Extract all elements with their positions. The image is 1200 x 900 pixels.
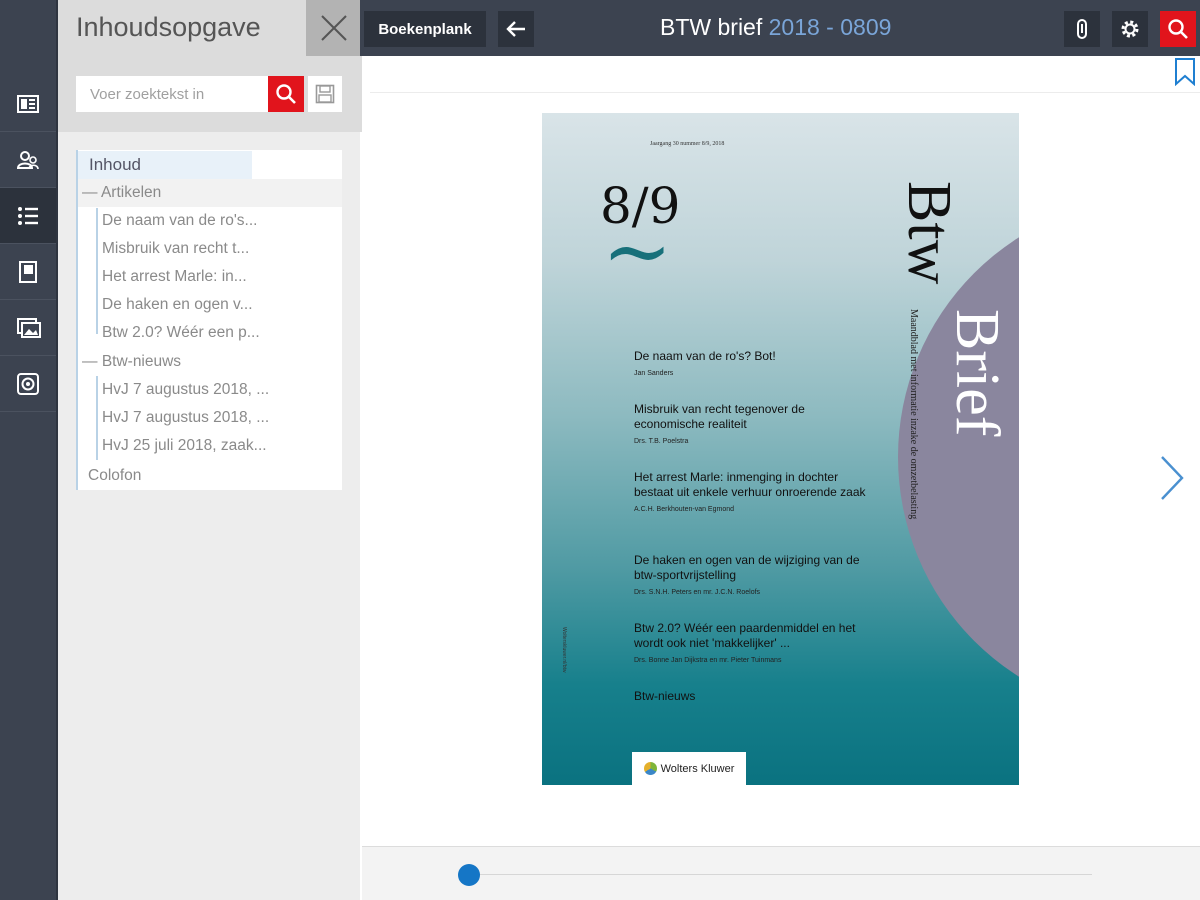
- toc-search-button[interactable]: [268, 76, 304, 112]
- toc-item-article[interactable]: Misbruik van recht t...: [102, 235, 249, 263]
- settings-button[interactable]: [1112, 11, 1148, 47]
- cover-article: De naam van de ro's? Bot! Jan Sanders: [634, 349, 874, 377]
- document-title-main: BTW brief: [660, 14, 763, 40]
- tree-line: [96, 376, 98, 460]
- toc-title: Inhoudsopgave: [76, 12, 261, 42]
- cover-article-author: Drs. T.B. Poelstra: [634, 438, 689, 445]
- magazine-cover[interactable]: Jaargang 30 nummer 8/9, 2018 8/9 ~ Btw B…: [542, 113, 1019, 785]
- cover-tilde-mark: ~: [602, 202, 673, 300]
- bookshelf-button[interactable]: Boekenplank: [364, 11, 486, 47]
- paperclip-icon: [1077, 19, 1087, 39]
- toc-group-artikelen[interactable]: — Artikelen: [78, 179, 342, 207]
- cover-title-brief: Brief: [943, 309, 1011, 437]
- cover-article-author: Jan Sanders: [634, 370, 674, 377]
- toc-group-label: Btw-nieuws: [101, 353, 182, 370]
- toc-group-btw-nieuws[interactable]: — Btw-nieuws: [78, 348, 181, 376]
- search-icon: [1168, 19, 1188, 39]
- rail-item-toc[interactable]: [0, 188, 56, 244]
- cover-article-title: Het arrest Marle: inmenging in dochter b…: [634, 470, 866, 499]
- toc-search-input[interactable]: [76, 76, 268, 112]
- bookmark-icon: [1175, 58, 1195, 87]
- toc-item-news[interactable]: HvJ 7 augustus 2018, ...: [102, 404, 269, 432]
- toc-item-article[interactable]: De haken en ogen v...: [102, 291, 253, 319]
- wolters-kluwer-logo-icon: [643, 762, 657, 775]
- cover-article-author: A.C.H. Berkhouten-van Egmond: [634, 506, 734, 513]
- cover-article: Misbruik van recht tegenover de economis…: [634, 402, 874, 445]
- document-title: BTW brief 2018 - 0809: [660, 14, 891, 41]
- settings-circle-icon: [17, 372, 39, 395]
- rail-item-cover[interactable]: [0, 76, 56, 132]
- book-cover-icon: [17, 94, 39, 113]
- cover-title-btw: Btw: [895, 181, 963, 285]
- toc-item-news[interactable]: HvJ 7 augustus 2018, ...: [102, 376, 269, 404]
- toc-tree: Inhoud — Artikelen De naam van de ro's..…: [76, 150, 342, 490]
- top-bar: Boekenplank BTW brief 2018 - 0809: [360, 0, 1200, 56]
- save-icon: [315, 84, 335, 104]
- toc-item-article[interactable]: De naam van de ro's...: [102, 207, 257, 235]
- cover-article: De haken en ogen van de wijziging van de…: [634, 553, 874, 596]
- list-icon: [18, 206, 38, 225]
- page-slider-handle[interactable]: [458, 864, 480, 886]
- cover-article-title: De haken en ogen van de wijziging van de…: [634, 553, 860, 582]
- collapse-dash: —: [82, 353, 102, 370]
- close-icon: [321, 15, 347, 41]
- gear-icon: [1121, 20, 1139, 38]
- toc-item-article[interactable]: Btw 2.0? Wéér een p...: [102, 319, 260, 347]
- image-icon: [17, 317, 41, 338]
- cover-article-title: Btw 2.0? Wéér een paardenmiddel en het w…: [634, 621, 856, 650]
- toc-header: Inhoudsopgave: [58, 0, 362, 132]
- divider: [370, 92, 1200, 93]
- cover-spine-text: Wolterskluwer.nl/btw: [561, 627, 567, 673]
- cover-article-title: De naam van de ro's? Bot!: [634, 349, 776, 363]
- bookmark-button[interactable]: [1174, 58, 1196, 91]
- rail-item-images[interactable]: [0, 300, 56, 356]
- cover-article-title: Misbruik van recht tegenover de economis…: [634, 402, 805, 431]
- notebook-icon: [19, 260, 37, 283]
- close-toc-button[interactable]: [306, 0, 362, 56]
- chevron-right-icon: [1161, 456, 1184, 500]
- cover-article: Het arrest Marle: inmenging in dochter b…: [634, 470, 874, 513]
- search-icon: [276, 84, 296, 104]
- back-button[interactable]: [498, 11, 534, 47]
- toc-item-article[interactable]: Het arrest Marle: in...: [102, 263, 247, 291]
- cover-article: Btw 2.0? Wéér een paardenmiddel en het w…: [634, 621, 874, 664]
- toc-item-inhoud[interactable]: Inhoud: [78, 151, 252, 179]
- cover-volume-text: Jaargang 30 nummer 8/9, 2018: [650, 141, 725, 147]
- rail-item-users[interactable]: [0, 132, 56, 188]
- toc-item-colofon[interactable]: Colofon: [88, 462, 141, 490]
- toc-item-news[interactable]: HvJ 25 juli 2018, zaak...: [102, 432, 267, 460]
- document-title-issue: 2018 - 0809: [768, 14, 892, 40]
- rail-item-settings[interactable]: [0, 356, 56, 412]
- toc-group-label: Artikelen: [100, 184, 162, 201]
- page-slider-bar: [362, 846, 1200, 900]
- cover-article-author: Drs. Bonne Jan Dijkstra en mr. Pieter Tu…: [634, 657, 782, 664]
- arrow-left-icon: [506, 21, 525, 37]
- rail-item-notes[interactable]: [0, 244, 56, 300]
- save-search-button[interactable]: [308, 76, 342, 112]
- users-icon: [16, 150, 39, 169]
- page-slider-track[interactable]: [468, 874, 1092, 875]
- collapse-dash: —: [82, 184, 101, 201]
- next-page-button[interactable]: [1158, 454, 1186, 507]
- cover-news-heading: Btw-nieuws: [634, 689, 696, 703]
- cover-article-author: Drs. S.N.H. Peters en mr. J.C.N. Roelofs: [634, 589, 761, 596]
- toc-panel: Inhoudsopgave Inhoud — Artikelen De naam…: [56, 0, 362, 900]
- icon-rail: [0, 0, 56, 900]
- attachments-button[interactable]: [1064, 11, 1100, 47]
- publisher-logo: Wolters Kluwer: [632, 752, 746, 785]
- reader-area: Jaargang 30 nummer 8/9, 2018 8/9 ~ Btw B…: [362, 56, 1200, 846]
- tree-line: [96, 208, 98, 334]
- cover-subtitle: Maandblad met informatie inzake de omzet…: [908, 309, 919, 520]
- search-button[interactable]: [1160, 11, 1196, 47]
- publisher-name: Wolters Kluwer: [660, 762, 735, 775]
